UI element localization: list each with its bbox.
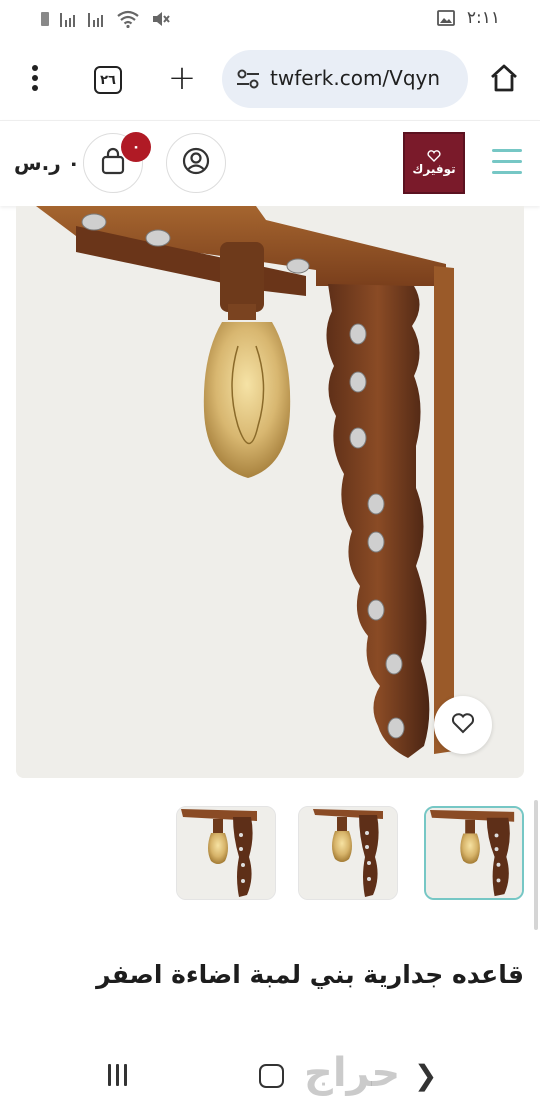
new-tab-icon[interactable]: + xyxy=(164,58,200,98)
cart-count-badge: ٠ xyxy=(121,132,151,162)
scrollbar[interactable] xyxy=(534,800,538,930)
site-settings-icon[interactable] xyxy=(236,68,260,94)
image-notification-icon xyxy=(436,10,455,26)
thumbnail-1[interactable] xyxy=(424,806,524,900)
site-header: ٠ ر.س ٠ توفيرك xyxy=(0,120,540,206)
cart-total: ٠ ر.س xyxy=(14,151,80,175)
mute-icon xyxy=(150,10,170,28)
back-icon[interactable]: ❯ xyxy=(414,1062,437,1090)
hamburger-icon[interactable] xyxy=(492,149,522,177)
home-icon[interactable] xyxy=(488,62,520,98)
tab-switcher-icon[interactable]: ٢٦ xyxy=(94,66,122,94)
address-bar[interactable]: twferk.com/Vqyn xyxy=(222,50,468,108)
product-main-image[interactable] xyxy=(16,206,524,778)
url-text: twferk.com/Vqyn xyxy=(270,66,441,90)
status-icons-left xyxy=(40,10,170,28)
wifi-icon xyxy=(116,10,140,28)
signal-icon xyxy=(88,11,106,27)
logo-heart-icon xyxy=(427,150,441,162)
menu-dots-icon[interactable] xyxy=(20,60,50,96)
browser-toolbar: ٢٦ + twferk.com/Vqyn xyxy=(0,38,540,120)
wishlist-button[interactable] xyxy=(434,696,492,754)
product-title: قاعده جدارية بني لمبة اضاءة اصفر xyxy=(96,960,524,989)
sim-icon xyxy=(40,11,50,27)
account-button[interactable] xyxy=(166,133,226,193)
heart-icon xyxy=(451,712,475,738)
logo-text: توفيرك xyxy=(412,162,456,176)
thumbnail-2[interactable] xyxy=(298,806,398,900)
site-logo[interactable]: توفيرك xyxy=(403,132,465,194)
home-button-icon[interactable] xyxy=(259,1064,284,1088)
status-icons-right: ٢:١١ xyxy=(436,8,500,28)
phone-screen: ٢:١١ ٢٦ + twferk.com/Vqyn ٠ ر.س ٠ توفيرك… xyxy=(0,0,540,1110)
signal-icon xyxy=(60,11,78,27)
status-time: ٢:١١ xyxy=(466,8,500,28)
account-icon xyxy=(182,147,210,179)
system-nav-bar: حراج ❯ xyxy=(0,1040,540,1110)
recent-apps-icon[interactable] xyxy=(108,1064,127,1086)
status-bar: ٢:١١ xyxy=(0,0,540,38)
thumbnail-3[interactable] xyxy=(176,806,276,900)
watermark: حراج xyxy=(304,1050,401,1096)
